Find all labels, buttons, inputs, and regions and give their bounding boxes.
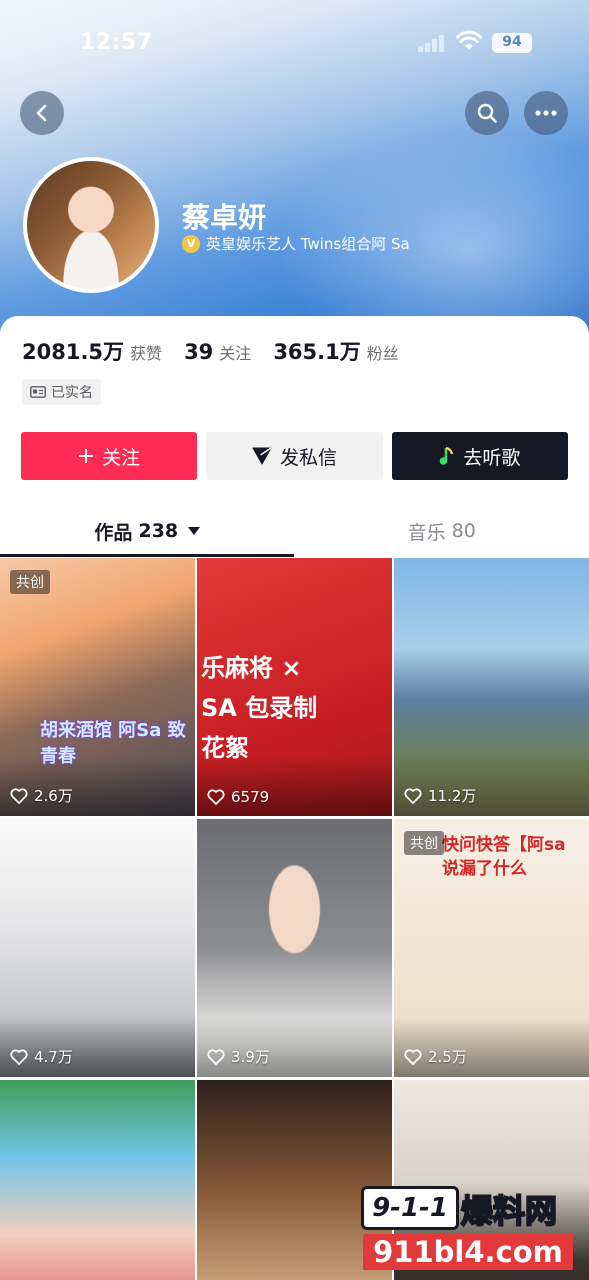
content-tabs: 作品 238 音乐 80 — [0, 505, 589, 557]
stat-label: 关注 — [219, 344, 252, 363]
tab-music[interactable]: 音乐 80 — [295, 505, 589, 557]
message-button[interactable]: 发私信 — [206, 432, 383, 480]
watermark-logo: 9-1-1 — [361, 1186, 459, 1230]
search-icon — [477, 103, 497, 123]
status-time: 12:57 — [80, 30, 153, 55]
caret-down-icon — [188, 527, 201, 535]
likes-count: 11.2万 — [428, 787, 477, 805]
action-buttons: 关注 发私信 去听歌 — [21, 432, 568, 480]
tab-active-indicator — [0, 554, 294, 557]
heart-icon — [10, 1048, 28, 1065]
realname-tag: 已实名 — [22, 379, 101, 405]
verified-icon: V — [182, 234, 200, 253]
heart-icon — [404, 1048, 422, 1065]
likes-count: 6579 — [231, 788, 270, 806]
video-tile[interactable]: 乐麻将 × SA 包录制花絮 6579 — [197, 558, 392, 816]
plus-icon — [79, 449, 94, 463]
stat-label: 粉丝 — [366, 344, 399, 363]
verified-description: 英皇娱乐艺人 Twins组合阿 Sa — [206, 235, 410, 253]
video-likes: 4.7万 — [10, 1046, 73, 1067]
co-create-badge: 共创 — [10, 570, 50, 594]
avatar[interactable] — [23, 157, 159, 293]
likes-count: 3.9万 — [231, 1048, 270, 1066]
tab-works[interactable]: 作品 238 — [0, 505, 295, 557]
watermark: 9-1-1 爆料网 911bl4.com — [357, 1184, 579, 1274]
video-overlay-text: 快问快答【阿sa 说漏了什么 — [442, 835, 566, 879]
watermark-title: 爆料网 — [460, 1191, 558, 1231]
realname-label: 已实名 — [51, 385, 93, 401]
stat-followers[interactable]: 365.1万 粉丝 — [273, 336, 398, 366]
stat-following[interactable]: 39 关注 — [184, 340, 251, 364]
likes-count: 2.6万 — [34, 787, 73, 805]
profile-name: 蔡卓妍 — [182, 201, 267, 234]
profile-stats: 2081.5万 获赞 39 关注 365.1万 粉丝 — [22, 336, 421, 366]
stat-likes[interactable]: 2081.5万 获赞 — [22, 336, 162, 366]
video-tile[interactable]: 11.2万 — [394, 558, 589, 816]
video-likes: 6579 — [207, 788, 269, 806]
co-create-badge: 共创 — [404, 831, 444, 855]
video-tile[interactable]: 胡来酒馆 阿Sa 致青春 共创 2.6万 — [0, 558, 195, 816]
signal-icon — [418, 34, 446, 52]
video-likes: 3.9万 — [207, 1046, 270, 1067]
more-button[interactable] — [524, 91, 568, 135]
tab-count: 80 — [451, 520, 476, 542]
video-grid: 胡来酒馆 阿Sa 致青春 共创 2.6万 乐麻将 × SA 包录制花絮 6579… — [0, 558, 589, 1280]
wifi-icon — [456, 30, 482, 50]
status-bar: 12:57 94 — [0, 0, 589, 88]
video-likes: 2.6万 — [10, 785, 73, 806]
heart-icon — [10, 787, 28, 804]
video-likes: 2.5万 — [404, 1046, 467, 1067]
likes-count: 2.5万 — [428, 1048, 467, 1066]
stat-value: 2081.5万 — [22, 340, 125, 364]
tab-label: 作品 — [94, 521, 133, 544]
tab-count: 238 — [138, 520, 179, 542]
video-tile[interactable]: 3.9万 — [197, 819, 392, 1077]
back-button[interactable] — [20, 91, 64, 135]
follow-label: 关注 — [102, 446, 141, 469]
verification-row: V 英皇娱乐艺人 Twins组合阿 Sa — [182, 233, 410, 254]
heart-icon — [404, 787, 422, 804]
stat-value: 39 — [184, 340, 214, 364]
tab-label: 音乐 — [407, 521, 446, 544]
more-icon — [535, 110, 557, 116]
follow-button[interactable]: 关注 — [21, 432, 198, 480]
video-tile[interactable]: 4.7万 — [0, 819, 195, 1077]
id-card-icon — [30, 386, 46, 398]
likes-count: 4.7万 — [34, 1048, 73, 1066]
search-button[interactable] — [465, 91, 509, 135]
battery-indicator: 94 — [492, 33, 532, 53]
stat-value: 365.1万 — [273, 340, 361, 364]
send-icon — [252, 447, 272, 465]
stat-label: 获赞 — [130, 344, 163, 363]
video-likes: 11.2万 — [404, 785, 476, 806]
music-label: 去听歌 — [463, 446, 521, 469]
video-tile[interactable]: 快问快答【阿sa 说漏了什么 共创 2.5万 — [394, 819, 589, 1077]
heart-icon — [207, 789, 225, 805]
message-label: 发私信 — [279, 446, 337, 469]
music-note-icon — [440, 446, 454, 465]
back-icon — [36, 104, 47, 122]
video-overlay-text: 乐麻将 × SA 包录制花絮 — [201, 654, 318, 762]
listen-music-button[interactable]: 去听歌 — [391, 432, 568, 480]
watermark-url: 911bl4.com — [363, 1234, 573, 1270]
video-tile[interactable] — [0, 1080, 195, 1280]
heart-icon — [207, 1048, 225, 1065]
battery-level: 94 — [502, 34, 522, 50]
